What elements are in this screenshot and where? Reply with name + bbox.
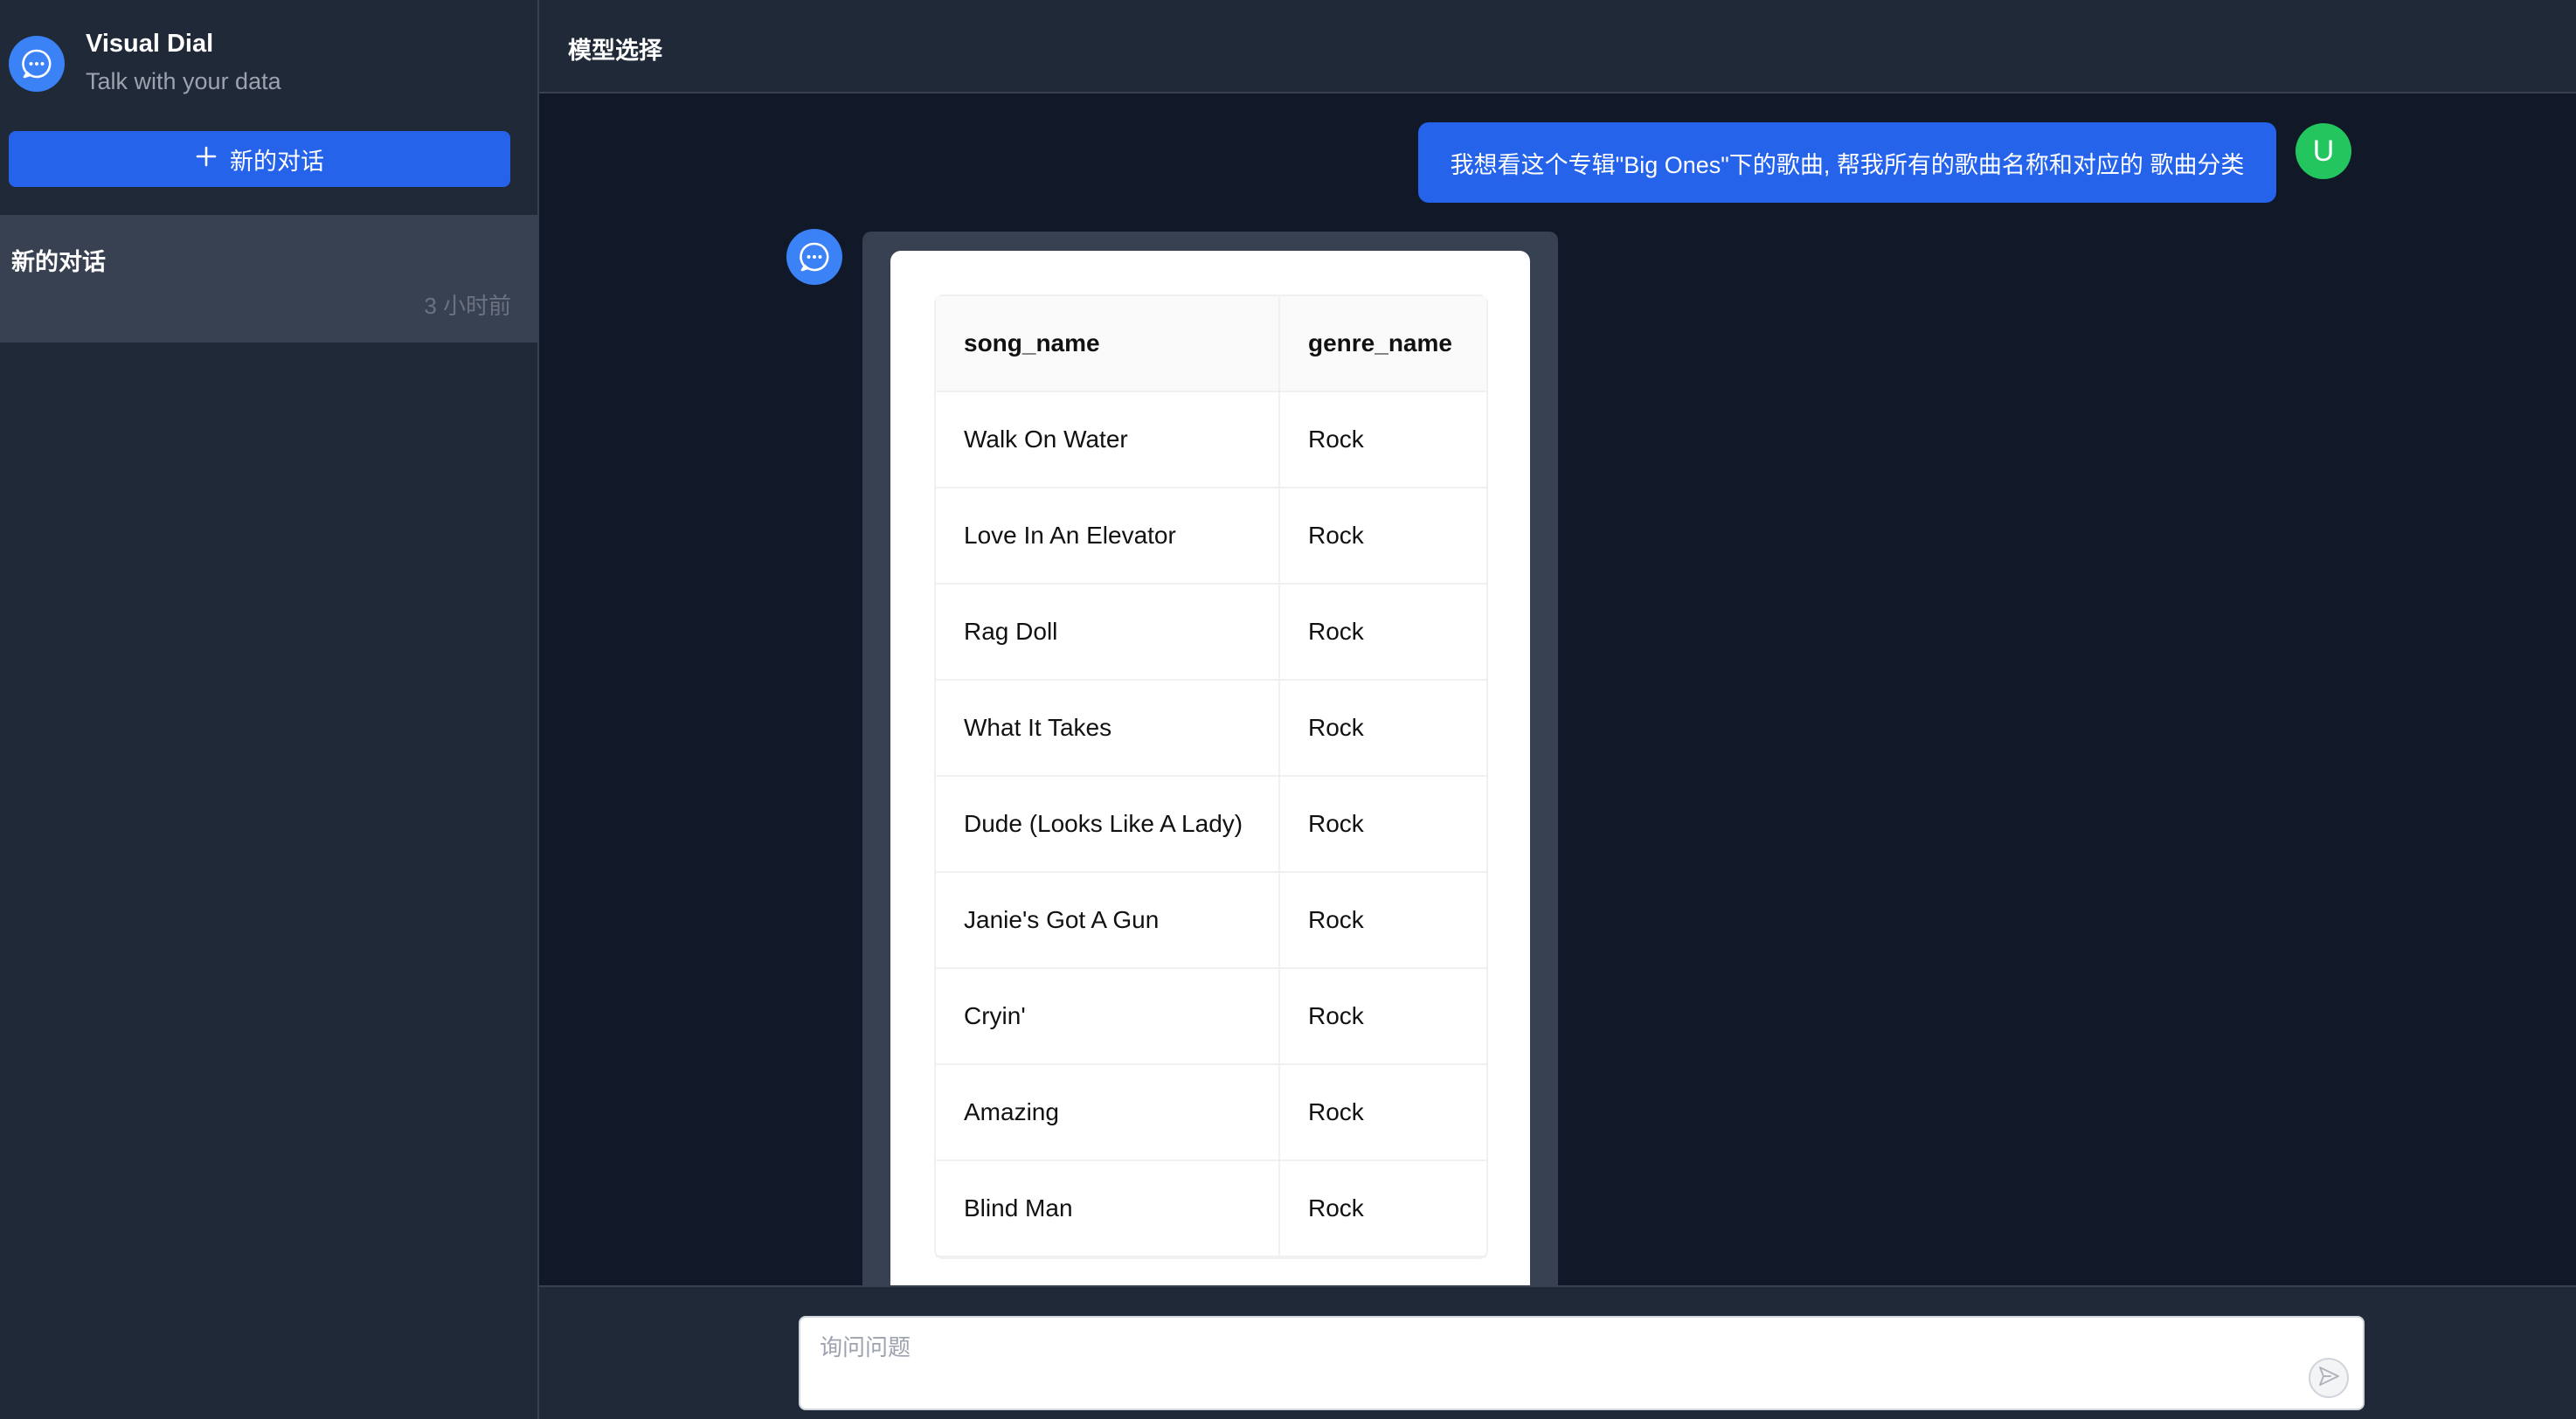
table-row: Amazing Rock [936,1065,1486,1161]
bot-message: song_name genre_name Walk On Water Rock … [862,232,1558,1285]
result-card: song_name genre_name Walk On Water Rock … [890,251,1530,1285]
table-row: Cryin' Rock [936,969,1486,1065]
table-row: Blind Man Rock [936,1161,1486,1257]
table-row: Janie's Got A Gun Rock [936,873,1486,969]
plus-icon [195,145,218,174]
song-name-cell: Amazing [936,1065,1280,1161]
conversation-time: 3 小时前 [424,293,511,319]
genre-name-cell: Rock [1280,873,1486,969]
new-chat-button[interactable]: 新的对话 [9,131,510,187]
sidebar: Visual Dial Talk with your data 新的对话 新的对… [0,0,539,1419]
chat-area[interactable]: 我想看这个专辑"Big Ones"下的歌曲, 帮我所有的歌曲名称和对应的 歌曲分… [539,93,2576,1285]
table-row: Love In An Elevator Rock [936,488,1486,585]
top-header: 模型选择 [539,0,2576,93]
send-button[interactable] [2309,1358,2349,1398]
user-message: 我想看这个专辑"Big Ones"下的歌曲, 帮我所有的歌曲名称和对应的 歌曲分… [1418,122,2276,203]
song-name-cell: Dude (Looks Like A Lady) [936,777,1280,873]
app-window: Visual Dial Talk with your data 新的对话 新的对… [0,0,2576,1419]
genre-name-cell: Rock [1280,1065,1486,1161]
genre-name-cell: Rock [1280,777,1486,873]
song-name-cell: Janie's Got A Gun [936,873,1280,969]
genre-name-cell: Rock [1280,969,1486,1065]
table-row: Walk On Water Rock [936,392,1486,488]
question-input-box [799,1316,2365,1410]
song-name-cell: Rag Doll [936,585,1280,681]
song-name-cell: Blind Man [936,1161,1280,1257]
conversation-item[interactable]: 新的对话 3 小时前 [0,215,537,343]
song-name-cell: Cryin' [936,969,1280,1065]
column-header-genre-name: genre_name [1280,296,1486,392]
genre-name-cell: Rock [1280,488,1486,585]
column-header-song-name: song_name [936,296,1280,392]
new-chat-label: 新的对话 [230,148,324,175]
table-row: What It Takes Rock [936,681,1486,777]
brand-subtitle: Talk with your data [86,68,281,94]
chat-bubble-dots-icon [786,229,842,285]
brand-title: Visual Dial [86,30,214,58]
genre-name-cell: Rock [1280,1161,1486,1257]
composer [539,1285,2576,1419]
question-input[interactable] [820,1330,2288,1400]
result-table: song_name genre_name Walk On Water Rock … [934,294,1488,1259]
conversation-title: 新的对话 [11,249,106,275]
table-row: Rag Doll Rock [936,585,1486,681]
table-row: Dude (Looks Like A Lady) Rock [936,777,1486,873]
user-avatar: U [2296,123,2351,179]
song-name-cell: Walk On Water [936,392,1280,488]
send-icon [2316,1364,2341,1393]
song-name-cell: Love In An Elevator [936,488,1280,585]
model-select[interactable]: 模型选择 [568,31,662,66]
genre-name-cell: Rock [1280,681,1486,777]
genre-name-cell: Rock [1280,585,1486,681]
song-name-cell: What It Takes [936,681,1280,777]
table-header-row: song_name genre_name [936,296,1486,392]
chat-bubble-dots-icon [9,36,65,92]
genre-name-cell: Rock [1280,392,1486,488]
